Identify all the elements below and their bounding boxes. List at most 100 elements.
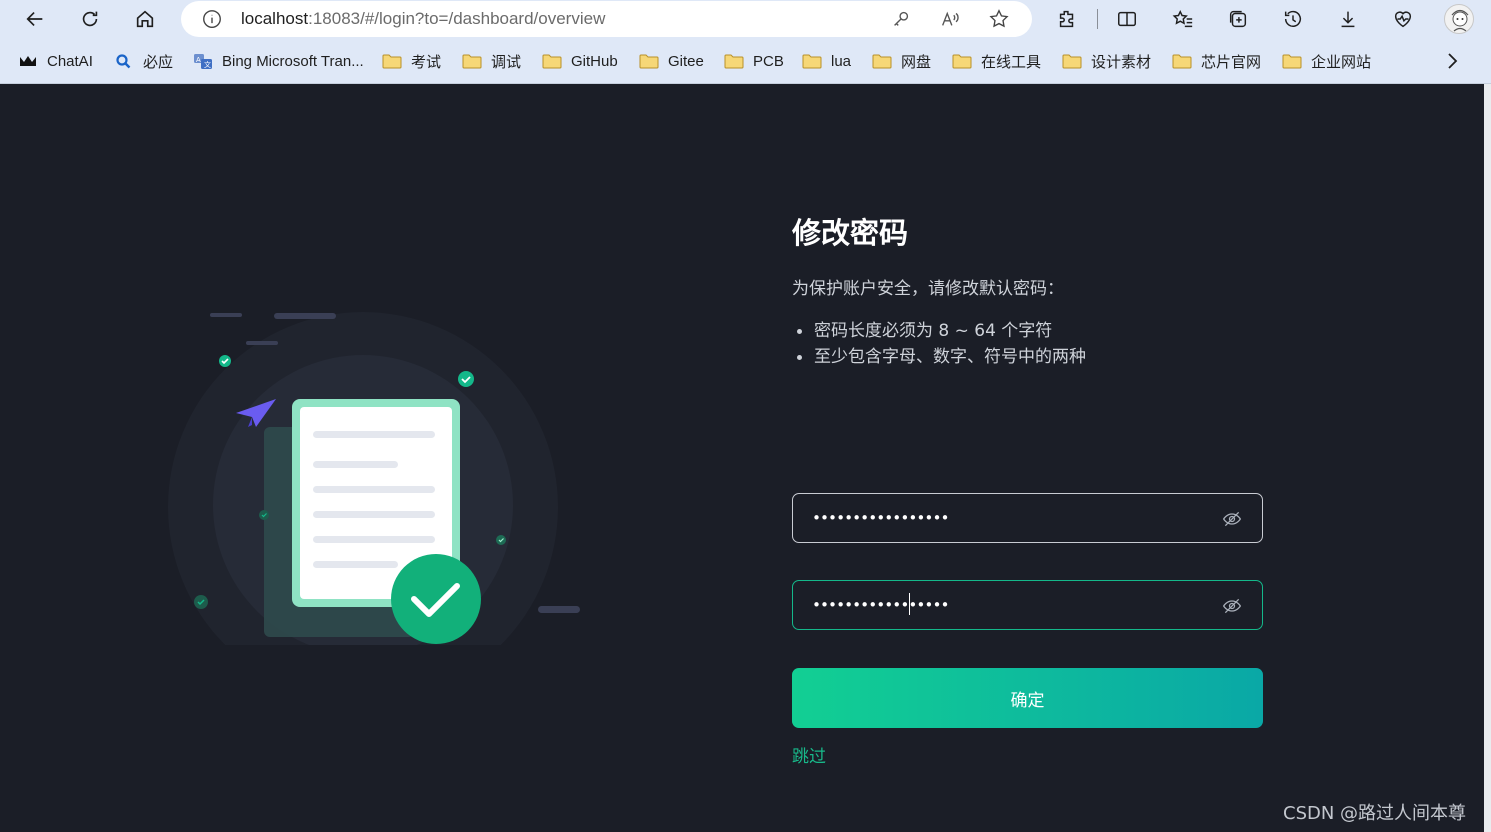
- text-caret: [909, 593, 910, 615]
- bookmark-label: lua: [831, 52, 852, 70]
- toolbar-divider: [1097, 9, 1098, 29]
- bookmark-label: Gitee: [668, 52, 704, 70]
- bookmark-folder-lua[interactable]: lua: [802, 50, 851, 72]
- bookmark-label: 网盘: [901, 53, 932, 71]
- bookmarks-bar: ChatAI 必应 A文 Bing Microsoft Tran... 考试 调…: [0, 38, 1491, 84]
- bookmark-folder-company-sites[interactable]: 企业网站: [1282, 50, 1371, 72]
- favorites-icon[interactable]: [1168, 4, 1198, 34]
- document-line: [313, 486, 435, 493]
- refresh-icon[interactable]: [75, 4, 105, 34]
- history-icon[interactable]: [1278, 4, 1308, 34]
- chatai-logo-icon: [20, 56, 36, 66]
- folder-icon: [542, 54, 562, 69]
- password-rules: 密码长度必须为 8 ~ 64 个字符 至少包含字母、数字、符号中的两种: [792, 318, 1086, 370]
- bookmark-folder-online-tools[interactable]: 在线工具: [952, 50, 1041, 72]
- confirm-password-field[interactable]: •••••••••••••••••: [792, 580, 1263, 630]
- browser-toolbar: localhost:18083/#/login?to=/dashboard/ov…: [0, 0, 1491, 38]
- collections-icon[interactable]: [1223, 4, 1253, 34]
- speed-line: [210, 313, 242, 317]
- site-info-icon[interactable]: [201, 8, 223, 30]
- bookmark-folder-design-assets[interactable]: 设计素材: [1062, 50, 1151, 72]
- bookmark-folder-github[interactable]: GitHub: [542, 50, 618, 72]
- password-rule: 密码长度必须为 8 ~ 64 个字符: [792, 318, 1086, 344]
- translator-icon: A文: [194, 54, 212, 69]
- svg-text:文: 文: [204, 60, 211, 69]
- small-check-icon: [496, 535, 506, 545]
- bookmark-label: PCB: [753, 52, 784, 70]
- watermark: CSDN @路过人间本尊: [1283, 803, 1467, 824]
- bookmark-folder-tiaoshi[interactable]: 调试: [462, 50, 521, 72]
- small-check-icon: [259, 510, 269, 520]
- favorite-star-icon[interactable]: [988, 8, 1010, 30]
- folder-icon: [639, 54, 659, 69]
- bookmark-label: 企业网站: [1311, 53, 1372, 71]
- bookmark-label: 考试: [411, 53, 442, 71]
- url-text[interactable]: localhost:18083/#/login?to=/dashboard/ov…: [241, 9, 605, 29]
- folder-icon: [872, 54, 892, 69]
- svg-text:A: A: [196, 57, 201, 64]
- speed-line: [274, 313, 336, 319]
- folder-icon: [1062, 54, 1082, 69]
- skip-link[interactable]: 跳过: [792, 742, 826, 767]
- confirm-button[interactable]: 确定: [792, 668, 1263, 728]
- small-check-icon: [194, 595, 208, 609]
- split-screen-icon[interactable]: [1112, 4, 1142, 34]
- url-path: :18083/#/login?to=/dashboard/overview: [308, 9, 606, 28]
- read-aloud-icon[interactable]: [939, 8, 961, 30]
- url-host: localhost: [241, 9, 309, 28]
- bookmark-label: Bing Microsoft Tran...: [222, 52, 364, 70]
- document-line: [313, 511, 435, 518]
- eye-hidden-icon[interactable]: [1222, 509, 1242, 529]
- home-icon[interactable]: [130, 4, 160, 34]
- small-check-icon: [458, 371, 474, 387]
- page-title: 修改密码: [792, 216, 909, 250]
- chevron-right-icon[interactable]: [1440, 49, 1464, 73]
- bookmark-label: 必应: [143, 53, 174, 71]
- bookmark-folder-chip-sites[interactable]: 芯片官网: [1172, 50, 1261, 72]
- back-icon[interactable]: [20, 4, 50, 34]
- new-password-field[interactable]: •••••••••••••••••: [792, 493, 1263, 543]
- speed-line: [538, 606, 580, 613]
- bing-search-icon: [116, 54, 131, 69]
- address-bar[interactable]: localhost:18083/#/login?to=/dashboard/ov…: [181, 1, 1032, 37]
- bookmark-bing[interactable]: 必应: [114, 50, 173, 72]
- small-check-icon: [219, 355, 231, 367]
- folder-icon: [462, 54, 482, 69]
- speed-line: [246, 341, 278, 345]
- downloads-icon[interactable]: [1333, 4, 1363, 34]
- scrollbar[interactable]: [1484, 84, 1491, 832]
- form-subtitle: 为保护账户安全，请修改默认密码：: [792, 279, 1064, 299]
- new-password-value: •••••••••••••••••: [812, 509, 950, 527]
- folder-icon: [1282, 54, 1302, 69]
- bookmark-label: 调试: [491, 53, 522, 71]
- bookmark-folder-wangpan[interactable]: 网盘: [872, 50, 931, 72]
- document-line: [313, 461, 398, 468]
- eye-hidden-icon[interactable]: [1222, 596, 1242, 616]
- bookmark-folder-kaoshi[interactable]: 考试: [382, 50, 441, 72]
- browser-essentials-icon[interactable]: [1388, 4, 1418, 34]
- bookmark-label: 在线工具: [981, 53, 1042, 71]
- bookmark-label: GitHub: [571, 52, 618, 70]
- folder-icon: [382, 54, 402, 69]
- document-line: [313, 561, 398, 568]
- bookmark-label: 芯片官网: [1201, 53, 1262, 71]
- bookmark-folder-pcb[interactable]: PCB: [724, 50, 784, 72]
- bookmark-folder-gitee[interactable]: Gitee: [639, 50, 704, 72]
- success-check-icon: [391, 554, 481, 644]
- confirm-password-value: •••••••••••••••••: [812, 596, 950, 614]
- folder-icon: [952, 54, 972, 69]
- folder-icon: [1172, 54, 1192, 69]
- key-icon[interactable]: [890, 8, 912, 30]
- success-document-illustration: [168, 312, 580, 645]
- bookmark-label: 设计素材: [1091, 53, 1152, 71]
- bookmark-bing-translator[interactable]: A文 Bing Microsoft Tran...: [193, 50, 364, 72]
- document-line: [313, 431, 435, 438]
- document-line: [313, 536, 435, 543]
- folder-icon: [724, 54, 744, 69]
- folder-icon: [802, 54, 822, 69]
- bookmark-label: ChatAI: [47, 52, 93, 70]
- bookmark-chatai[interactable]: ChatAI: [18, 50, 93, 72]
- profile-avatar[interactable]: [1444, 4, 1474, 34]
- password-rule: 至少包含字母、数字、符号中的两种: [792, 344, 1086, 370]
- extensions-icon[interactable]: [1052, 4, 1082, 34]
